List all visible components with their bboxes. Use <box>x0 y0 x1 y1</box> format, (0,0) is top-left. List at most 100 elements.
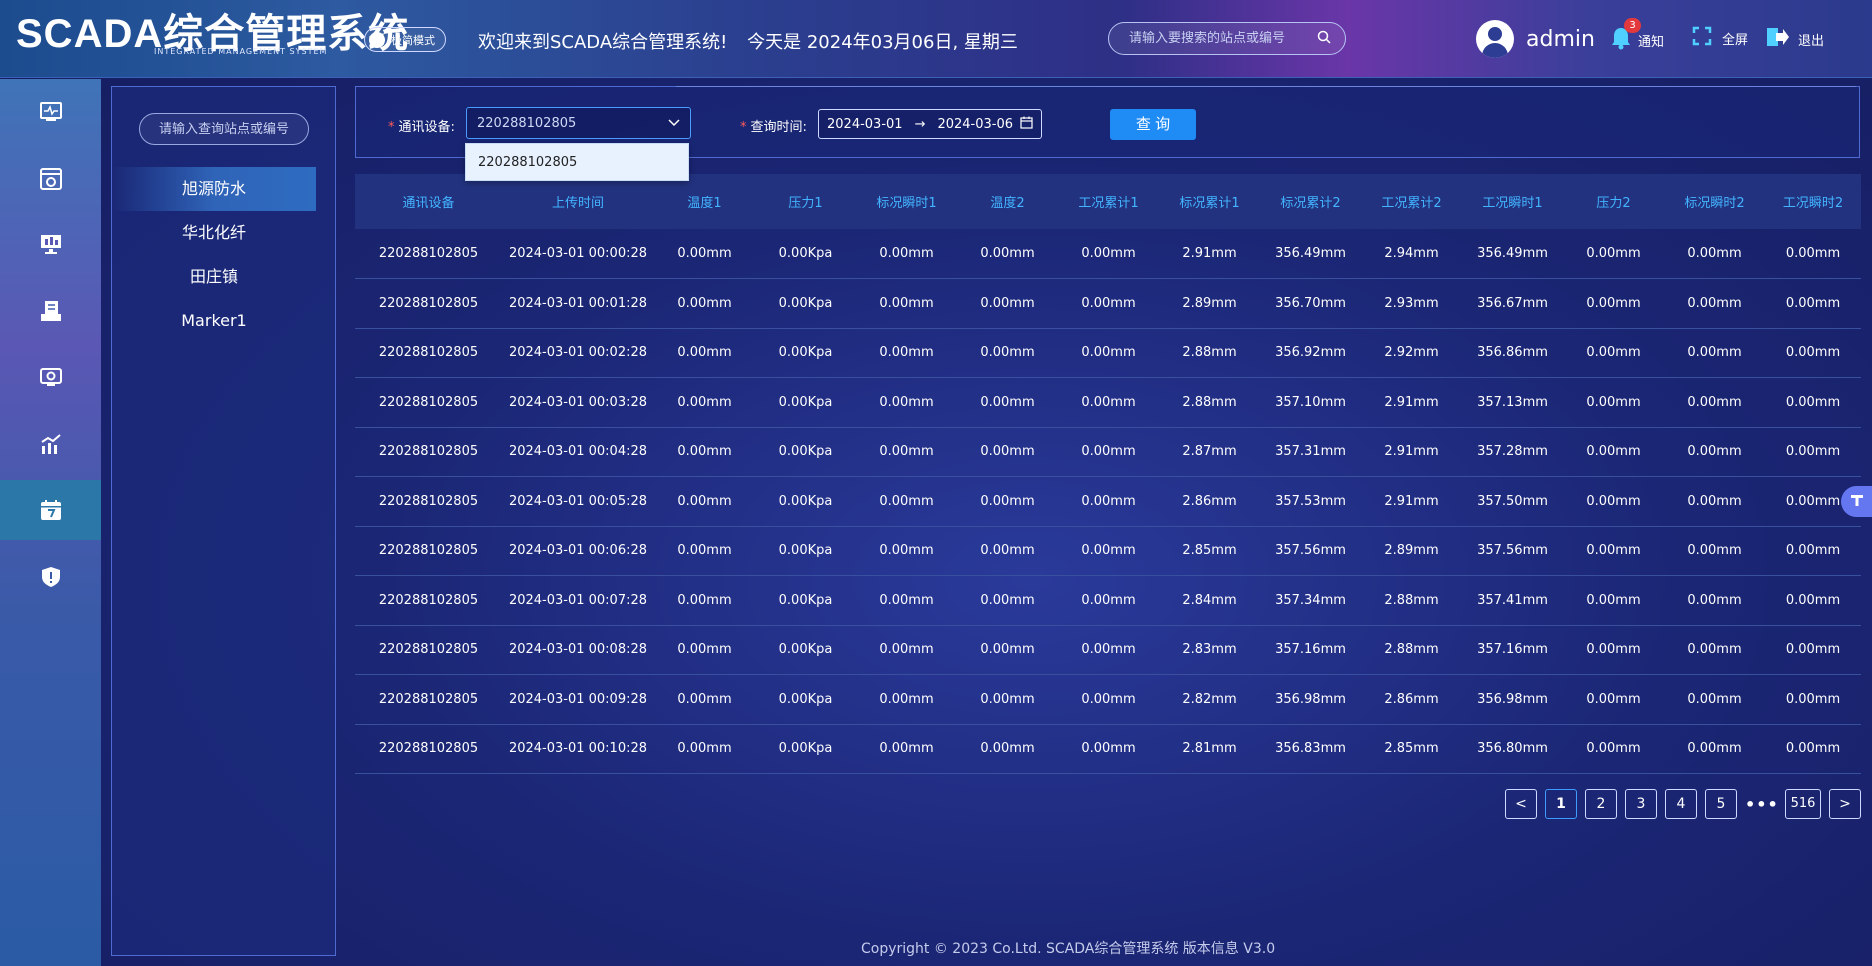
column-header: 工况累计1 <box>1078 196 1139 211</box>
simple-mode-toggle[interactable]: 极简模式 <box>364 27 446 52</box>
table-row[interactable]: 220288102805 2024-03-01 00:01:28 0.00mm 0.0… <box>355 279 1861 328</box>
device-select[interactable]: 220288102805 <box>466 107 691 139</box>
nav-monitor[interactable] <box>0 82 101 142</box>
date-start[interactable]: 2024-03-01 <box>827 117 903 132</box>
table-row[interactable]: 220288102805 2024-03-01 00:07:28 0.00mm 0.0… <box>355 576 1861 625</box>
table-cell: 357.31mm <box>1275 444 1346 460</box>
station-item[interactable]: 旭源防水 <box>112 167 316 211</box>
logo: SCADA综合管理系统 INTEGRATED MANAGEMENT SYSTEM <box>16 14 409 56</box>
table-cell: 0.00mm <box>677 543 732 559</box>
username[interactable]: admin <box>1526 27 1595 52</box>
page-button-1[interactable]: 1 <box>1545 789 1577 819</box>
station-item[interactable]: 华北化纤 <box>112 211 316 255</box>
search-icon[interactable] <box>1317 29 1331 48</box>
table-cell: 357.28mm <box>1477 444 1548 460</box>
last-page-button[interactable]: 516 <box>1785 789 1821 819</box>
table-cell: 0.00mm <box>879 444 934 460</box>
column-header: 通讯设备 <box>402 196 455 211</box>
table-cell: 356.67mm <box>1477 295 1548 311</box>
query-button[interactable]: 查 询 <box>1110 109 1196 140</box>
table-cell: 0.00mm <box>1081 394 1136 410</box>
logout-label[interactable]: 退出 <box>1798 30 1824 49</box>
table-cell: 0.00mm <box>1081 741 1136 757</box>
table-row[interactable]: 220288102805 2024-03-01 00:00:28 0.00mm 0.0… <box>355 229 1861 279</box>
floating-tool-button[interactable] <box>1841 486 1872 517</box>
header-search-box[interactable] <box>1108 22 1346 55</box>
page-button-3[interactable]: 3 <box>1625 789 1657 819</box>
table-cell: 356.80mm <box>1477 741 1548 757</box>
chevron-down-icon[interactable] <box>668 116 680 131</box>
station-search-box[interactable] <box>139 113 309 145</box>
table-cell: 2024-03-01 00:01:28 <box>508 295 648 311</box>
table-row[interactable]: 220288102805 2024-03-01 00:09:28 0.00mm 0.0… <box>355 675 1861 724</box>
table-row[interactable]: 220288102805 2024-03-01 00:05:28 0.00mm 0.0… <box>355 477 1861 526</box>
column-header: 工况瞬时2 <box>1782 196 1844 211</box>
station-item[interactable]: 田庄镇 <box>112 255 316 299</box>
nav-report[interactable] <box>0 281 101 341</box>
date-range-picker[interactable]: 2024-03-01 → 2024-03-06 <box>818 109 1042 139</box>
table-cell: 0.00mm <box>879 543 934 559</box>
fullscreen-label[interactable]: 全屏 <box>1722 29 1748 48</box>
table-cell: 0.00mm <box>1081 691 1136 707</box>
logout-icon[interactable] <box>1766 26 1790 52</box>
table-cell: 220288102805 <box>378 295 479 311</box>
avatar[interactable] <box>1476 20 1514 58</box>
bell-icon[interactable]: 3 <box>1610 18 1641 54</box>
fullscreen-icon[interactable] <box>1692 26 1712 50</box>
screen-icon <box>40 235 61 254</box>
page-button-4[interactable]: 4 <box>1665 789 1697 819</box>
table-cell: 2.91mm <box>1182 246 1237 261</box>
table-row[interactable]: 220288102805 2024-03-01 00:08:28 0.00mm 0.0… <box>355 625 1861 675</box>
calendar-icon[interactable] <box>1020 116 1033 133</box>
table-row[interactable]: 220288102805 2024-03-01 00:10:28 0.00mm 0.0… <box>355 724 1861 774</box>
table-cell: 2.87mm <box>1182 444 1237 460</box>
table-cell: 0.00mm <box>677 592 732 608</box>
nav-chart[interactable] <box>0 414 101 474</box>
table-cell: 0.00mm <box>879 642 934 658</box>
table-cell: 0.00mm <box>1687 592 1742 608</box>
table-cell: 0.00mm <box>1687 543 1742 559</box>
nav-dashboard[interactable] <box>0 149 101 209</box>
table-row[interactable]: 220288102805 2024-03-01 00:03:28 0.00mm 0.0… <box>355 378 1861 427</box>
station-item[interactable]: Marker1 <box>112 299 316 343</box>
nav-screen[interactable] <box>0 214 101 274</box>
header-search-input[interactable] <box>1129 31 1309 46</box>
table-cell: 356.98mm <box>1275 691 1346 707</box>
notify-button[interactable]: 3 通知 <box>1610 18 1664 54</box>
nav-calendar[interactable] <box>0 480 101 540</box>
table-cell: 2.86mm <box>1384 691 1439 707</box>
prev-page-button[interactable]: < <box>1505 789 1537 819</box>
table-cell: 2.93mm <box>1384 295 1439 311</box>
fullscreen-button[interactable]: 全屏 <box>1692 26 1748 50</box>
data-table: 通讯设备 上传时间 温度1 压力1 标况瞬时1 温度2 工况累计1 标况累计1 标况累计2 工况累… <box>355 174 1861 774</box>
table-row[interactable]: 220288102805 2024-03-01 00:06:28 0.00mm 0.0… <box>355 526 1861 576</box>
station-search-input[interactable] <box>149 121 299 137</box>
table-cell: 0.00mm <box>879 295 934 311</box>
date-end[interactable]: 2024-03-06 <box>937 117 1013 132</box>
page-button-5[interactable]: 5 <box>1705 789 1737 819</box>
table-row[interactable]: 220288102805 2024-03-01 00:04:28 0.00mm 0.0… <box>355 427 1861 477</box>
column-header: 上传时间 <box>551 196 604 211</box>
tool-icon[interactable] <box>1850 493 1864 511</box>
nav-security[interactable] <box>0 547 101 607</box>
table-cell: 2.88mm <box>1384 642 1439 658</box>
table-cell: 2.85mm <box>1182 543 1237 559</box>
table-cell: 0.00Kpa <box>778 642 833 658</box>
page-button-2[interactable]: 2 <box>1585 789 1617 819</box>
table-cell: 0.00mm <box>1687 642 1742 658</box>
table-cell: 0.00mm <box>677 642 732 658</box>
device-dropdown-option[interactable]: 220288102805 <box>465 143 689 181</box>
user-menu[interactable]: admin <box>1476 20 1595 58</box>
table-cell: 2.89mm <box>1384 543 1439 559</box>
table-cell: 0.00mm <box>1785 345 1841 361</box>
notify-label[interactable]: 通知 <box>1638 31 1664 50</box>
page-ellipsis[interactable]: ••• <box>1745 795 1778 814</box>
table-cell: 0.00mm <box>1586 543 1641 559</box>
table-cell: 2.86mm <box>1182 493 1237 509</box>
nav-video[interactable] <box>0 347 101 407</box>
table-row[interactable]: 220288102805 2024-03-01 00:02:28 0.00mm 0.0… <box>355 328 1861 378</box>
table-cell: 357.50mm <box>1477 493 1548 509</box>
logout-button[interactable]: 退出 <box>1766 26 1824 52</box>
table-cell: 0.00mm <box>1785 246 1841 261</box>
next-page-button[interactable]: > <box>1829 789 1861 819</box>
